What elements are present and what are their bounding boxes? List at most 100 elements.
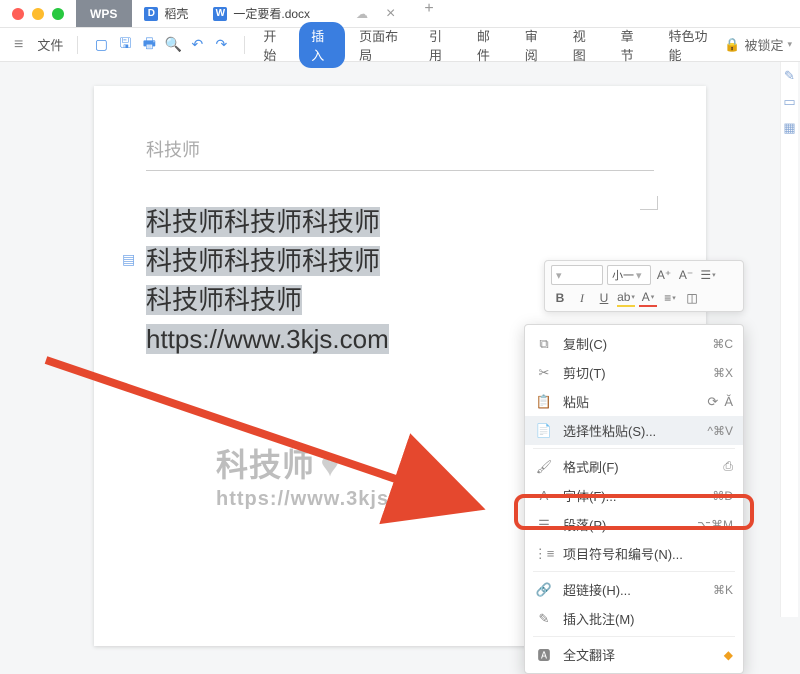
list-icon[interactable]: ☰▾ [699, 266, 717, 284]
ribbon-tab-insert[interactable]: 插入 [299, 22, 345, 68]
menu-label: 字体(F)... [563, 486, 702, 505]
shortcut: ^⌘V [707, 424, 733, 438]
menu-label: 项目符号和编号(N)... [563, 544, 733, 563]
ribbon-tab-mail[interactable]: 邮件 [465, 22, 511, 68]
underline-button[interactable]: U [595, 289, 613, 307]
mini-toolbar: ▾ 小一▾ A⁺ A⁻ ☰▾ B I U ab▾ A▾ ≡▾ ◫ [544, 260, 744, 312]
highlight-button[interactable]: ab▾ [617, 289, 635, 307]
increase-font-icon[interactable]: A⁺ [655, 266, 673, 284]
undo-icon[interactable]: ↶ [186, 34, 208, 56]
menu-label: 插入批注(M) [563, 609, 733, 628]
ribbon-tab-view[interactable]: 视图 [561, 22, 607, 68]
window-controls [0, 8, 76, 20]
header-corner-mark [640, 196, 658, 210]
close-tab-icon[interactable]: × [378, 5, 403, 23]
scissors-icon: ✂ [535, 364, 553, 382]
font-size-select[interactable]: 小一▾ [607, 265, 651, 285]
open-icon[interactable]: ▢ [90, 34, 112, 56]
clipboard-icon: 📋 [535, 393, 553, 411]
save-icon[interactable]: 🖫 [114, 34, 136, 56]
paste-options: ⟳Ǎ [707, 394, 733, 410]
chevron-down-icon: ▾ [787, 39, 792, 50]
menu-separator [533, 448, 735, 449]
separator [77, 36, 78, 54]
link-icon: 🔗 [535, 581, 553, 599]
shortcut: ⌘K [713, 583, 733, 597]
word-icon: W [213, 7, 227, 21]
toolbar: ≡ 文件 ▢ 🖫 🖶 🔍 ↶ ↷ 开始 插入 页面布局 引用 邮件 审阅 视图 … [0, 28, 800, 62]
align-button[interactable]: ≡▾ [661, 289, 679, 307]
tab-label: 稻壳 [164, 5, 188, 22]
ribbon-tab-review[interactable]: 审阅 [513, 22, 559, 68]
file-menu[interactable]: 文件 [29, 35, 71, 54]
decrease-font-icon[interactable]: A⁻ [677, 266, 695, 284]
shortcut: ⌘X [713, 366, 733, 380]
paste-special-icon: 📄 [535, 422, 553, 440]
menu-bullets[interactable]: ⋮≡ 项目符号和编号(N)... [525, 539, 743, 568]
ribbon-tab-reference[interactable]: 引用 [417, 22, 463, 68]
print-preview-icon[interactable]: 🔍 [162, 34, 184, 56]
copy-icon: ⧉ [535, 335, 553, 353]
menu-label: 超链接(H)... [563, 580, 703, 599]
menu-label: 全文翻译 [563, 645, 714, 664]
page-header: 科技师 [146, 136, 654, 162]
print-icon[interactable]: 🖶 [138, 34, 160, 56]
menu-format-painter[interactable]: 🖌 格式刷(F) ⎙ [525, 452, 743, 481]
comment-icon: ✎ [535, 610, 553, 628]
ribbon-tab-layout[interactable]: 页面布局 [347, 22, 415, 68]
bucket-icon[interactable]: ◫ [683, 289, 701, 307]
ribbon-tab-chapter[interactable]: 章节 [609, 22, 655, 68]
card-icon[interactable]: ▭ [782, 94, 798, 110]
lock-label: 被锁定 [744, 35, 783, 54]
paragraph-icon: ☰ [535, 516, 553, 534]
menu-translate[interactable]: 🅰 全文翻译 ◆ [525, 640, 743, 669]
close-window[interactable] [12, 8, 24, 20]
menu-cut[interactable]: ✂ 剪切(T) ⌘X [525, 358, 743, 387]
menu-label: 段落(P)... [563, 515, 687, 534]
tab-daoke[interactable]: D 稻壳 [132, 0, 201, 27]
lock-status[interactable]: 🔒 被锁定 ▾ [724, 35, 792, 54]
menu-hyperlink[interactable]: 🔗 超链接(H)... ⌘K [525, 575, 743, 604]
translate-icon: 🅰 [535, 646, 553, 664]
quick-access-toolbar: ▢ 🖫 🖶 🔍 ↶ ↷ [84, 34, 238, 56]
menu-paste[interactable]: 📋 粘贴 ⟳Ǎ [525, 387, 743, 416]
menu-label: 选择性粘贴(S)... [563, 421, 697, 440]
tab-wps[interactable]: WPS [76, 0, 132, 27]
shortcut: ⌥⌘M [697, 518, 733, 532]
bold-button[interactable]: B [551, 289, 569, 307]
menu-label: 复制(C) [563, 334, 702, 353]
menu-label: 剪切(T) [563, 363, 703, 382]
menu-label: 格式刷(F) [563, 457, 713, 476]
shortcut: ⌘C [712, 337, 733, 351]
ribbon-tab-start[interactable]: 开始 [251, 22, 297, 68]
italic-button[interactable]: I [573, 289, 591, 307]
bullets-icon: ⋮≡ [535, 545, 553, 563]
separator [244, 36, 245, 54]
menu-copy[interactable]: ⧉ 复制(C) ⌘C [525, 329, 743, 358]
lock-icon: 🔒 [724, 37, 740, 53]
maximize-window[interactable] [52, 8, 64, 20]
minimize-window[interactable] [32, 8, 44, 20]
tab-label: 一定要看.docx [233, 5, 310, 22]
redo-icon[interactable]: ↷ [210, 34, 232, 56]
text-line[interactable]: 科技师科技师科技师 [146, 203, 654, 242]
side-icon: ⎙ [723, 459, 733, 474]
header-rule [146, 170, 654, 171]
menu-font[interactable]: A 字体(F)... ⌘D [525, 481, 743, 510]
font-color-button[interactable]: A▾ [639, 289, 657, 307]
grid-icon[interactable]: ▦ [782, 120, 798, 136]
ribbon-tabs: 开始 插入 页面布局 引用 邮件 审阅 视图 章节 特色功能 [251, 22, 724, 68]
diamond-icon: ◆ [724, 648, 733, 662]
menu-paste-special[interactable]: 📄 选择性粘贴(S)... ^⌘V [525, 416, 743, 445]
pencil-icon[interactable]: ✎ [782, 68, 798, 84]
menu-comment[interactable]: ✎ 插入批注(M) [525, 604, 743, 633]
daoke-icon: D [144, 7, 158, 21]
hamburger-icon[interactable]: ≡ [8, 36, 29, 54]
side-panel: ✎ ▭ ▦ [780, 62, 798, 617]
brush-icon: 🖌 [535, 458, 553, 476]
menu-paragraph[interactable]: ☰ 段落(P)... ⌥⌘M [525, 510, 743, 539]
font-select[interactable]: ▾ [551, 265, 603, 285]
menu-separator [533, 636, 735, 637]
ribbon-tab-special[interactable]: 特色功能 [657, 22, 725, 68]
menu-separator [533, 571, 735, 572]
